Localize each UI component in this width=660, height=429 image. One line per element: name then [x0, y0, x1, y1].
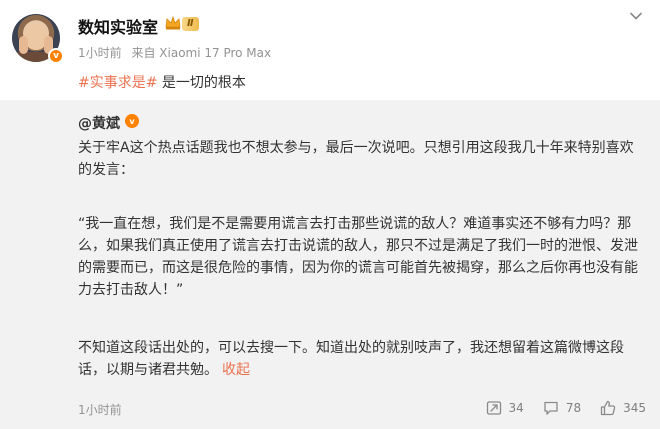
post-body: 是一切的根本 — [157, 75, 246, 91]
repost-paragraph: 关于牢A这个热点话题我也不想太参与，最后一次说吧。只想引用这段我几十年来特别喜欢… — [78, 140, 634, 178]
repost-time[interactable]: 1小时前 — [78, 401, 122, 418]
repost-button[interactable]: 34 — [485, 399, 524, 417]
post-time[interactable]: 1小时前 — [78, 46, 122, 60]
like-button[interactable]: 345 — [599, 399, 646, 417]
repost-count: 34 — [508, 401, 524, 415]
verified-icon: v — [48, 48, 64, 64]
repost-paragraph: 不知道这段话出处的，可以去搜一下。知道出处的就别吱声了，我还想留着这篇微博这段话… — [78, 337, 644, 381]
comment-button[interactable]: 78 — [542, 399, 581, 417]
chevron-down-icon[interactable] — [628, 8, 644, 24]
like-count: 345 — [623, 401, 646, 415]
action-bar: 34 78 345 — [467, 399, 646, 417]
crown-icon — [165, 15, 181, 30]
repost-paragraph-text: 不知道这段话出处的，可以去搜一下。知道出处的就别吱声了，我还想留着这篇微博这段话… — [78, 340, 624, 378]
post-header: v 数知实验室 Ⅱ 1小时前 来自 Xiaomi 17 Pro Max #实事求… — [0, 0, 660, 100]
comment-count: 78 — [565, 401, 582, 415]
comment-icon — [544, 401, 558, 415]
repost-author[interactable]: @黄斌 — [78, 113, 120, 133]
level-badge[interactable]: Ⅱ — [182, 17, 199, 31]
hashtag-link[interactable]: #实事求是# — [78, 75, 157, 91]
post-source: 来自 Xiaomi 17 Pro Max — [131, 46, 272, 60]
verified-icon: v — [125, 114, 139, 128]
repost-card[interactable]: @黄斌 v 关于牢A这个热点话题我也不想太参与，最后一次说吧。只想引用这段我几十… — [0, 100, 660, 429]
repost-icon — [486, 401, 501, 415]
collapse-link[interactable]: 收起 — [222, 362, 250, 378]
post-meta: 1小时前 来自 Xiaomi 17 Pro Max — [78, 44, 271, 61]
like-icon — [600, 400, 616, 416]
repost-quote: “我一直在想，我们是不是需要用谎言去打击那些说谎的敌人？难道事实还不够有力吗？那… — [78, 216, 638, 298]
post-text: #实事求是# 是一切的根本 — [78, 72, 246, 92]
username[interactable]: 数知实验室 — [78, 14, 158, 38]
